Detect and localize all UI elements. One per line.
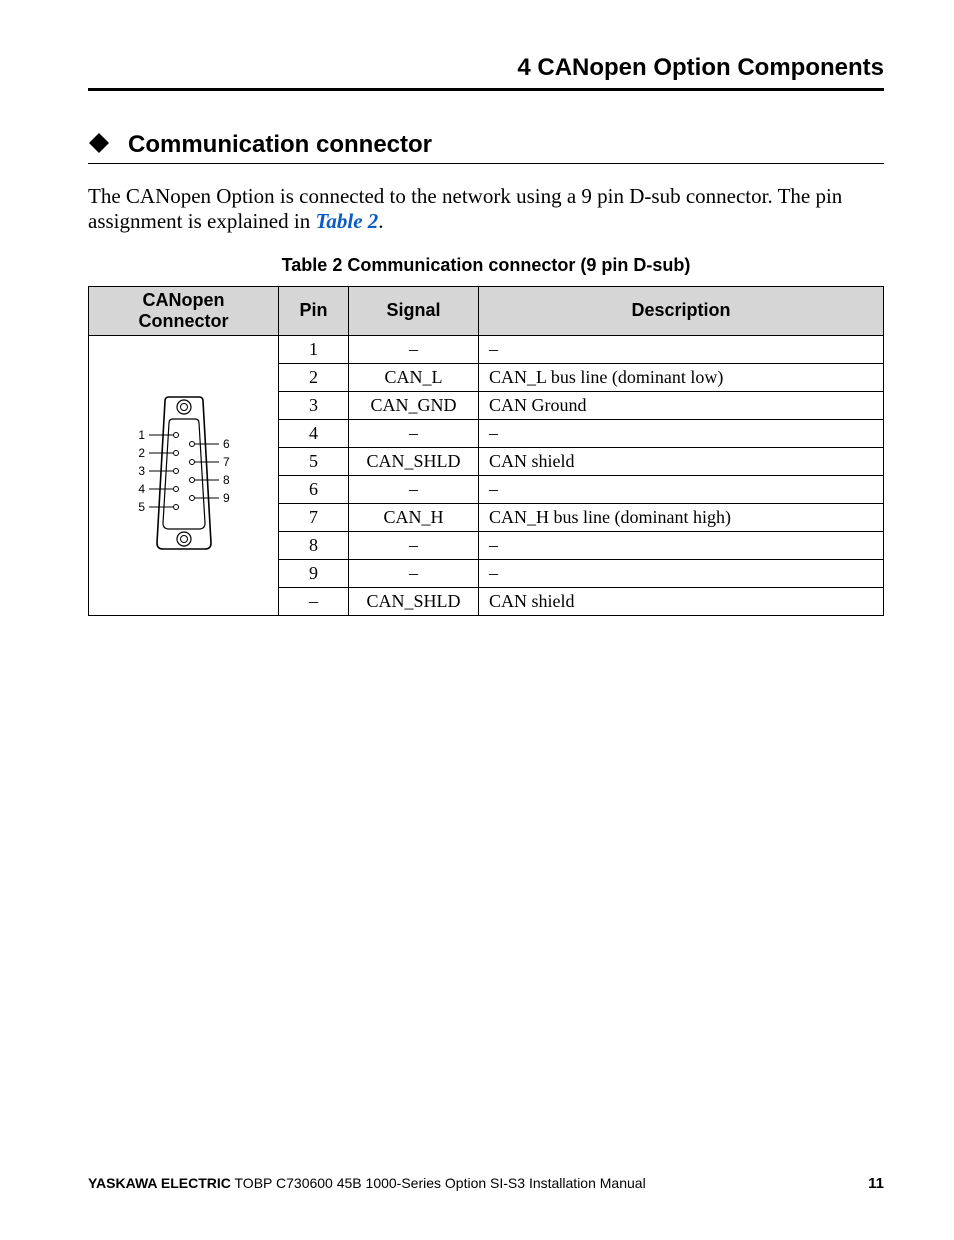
pin-label: 1 xyxy=(138,428,145,442)
pin-label: 4 xyxy=(138,482,145,496)
cell-description: CAN shield xyxy=(479,587,884,615)
connector-diagram-cell: 1 2 3 4 5 6 7 8 9 xyxy=(89,335,279,615)
page-number: 11 xyxy=(868,1175,884,1192)
section-title: Communication connector xyxy=(128,131,432,159)
cell-pin: 1 xyxy=(279,335,349,363)
cell-pin: 6 xyxy=(279,475,349,503)
intro-text-after: . xyxy=(378,209,383,233)
cell-pin: 9 xyxy=(279,559,349,587)
table-header-row: CANopen Connector Pin Signal Description xyxy=(89,286,884,335)
section-bullet-diamond-icon xyxy=(88,132,110,159)
cell-description: – xyxy=(479,531,884,559)
cell-description: CAN shield xyxy=(479,447,884,475)
footer-brand: YASKAWA ELECTRIC xyxy=(88,1175,231,1191)
footer-doc-id: YASKAWA ELECTRIC TOBP C730600 45B 1000-S… xyxy=(88,1175,646,1191)
cell-description: CAN Ground xyxy=(479,391,884,419)
cell-pin: 3 xyxy=(279,391,349,419)
cell-signal: CAN_SHLD xyxy=(349,447,479,475)
page-footer: YASKAWA ELECTRIC TOBP C730600 45B 1000-S… xyxy=(88,1175,884,1192)
intro-text-before: The CANopen Option is connected to the n… xyxy=(88,184,842,233)
intro-paragraph: The CANopen Option is connected to the n… xyxy=(88,184,884,234)
table-caption: Table 2 Communication connector (9 pin D… xyxy=(88,255,884,276)
pin-label: 7 xyxy=(223,455,230,469)
cell-signal: – xyxy=(349,475,479,503)
cell-description: – xyxy=(479,419,884,447)
cell-signal: – xyxy=(349,419,479,447)
footer-doc-text: TOBP C730600 45B 1000-Series Option SI-S… xyxy=(231,1175,646,1191)
cell-signal: CAN_GND xyxy=(349,391,479,419)
running-header: 4 CANopen Option Components xyxy=(88,54,884,91)
cell-pin: 5 xyxy=(279,447,349,475)
cell-signal: CAN_L xyxy=(349,363,479,391)
pin-label: 8 xyxy=(223,473,230,487)
pin-label: 6 xyxy=(223,437,230,451)
pin-label: 9 xyxy=(223,491,230,505)
cell-description: – xyxy=(479,559,884,587)
pin-assignment-table: CANopen Connector Pin Signal Description xyxy=(88,286,884,616)
col-header-signal: Signal xyxy=(349,286,479,335)
table-row: 1 2 3 4 5 6 7 8 9 xyxy=(89,335,884,363)
pin-label: 2 xyxy=(138,446,145,460)
cell-signal: – xyxy=(349,531,479,559)
cell-description: – xyxy=(479,475,884,503)
cell-pin: 7 xyxy=(279,503,349,531)
col-header-pin: Pin xyxy=(279,286,349,335)
pin-label: 5 xyxy=(138,500,145,514)
table-2-crossref-link[interactable]: Table 2 xyxy=(315,209,378,233)
cell-signal: – xyxy=(349,559,479,587)
cell-signal: – xyxy=(349,335,479,363)
cell-pin: 8 xyxy=(279,531,349,559)
dsub-9-connector-icon: 1 2 3 4 5 6 7 8 9 xyxy=(119,383,249,563)
cell-pin: 2 xyxy=(279,363,349,391)
pin-label: 3 xyxy=(138,464,145,478)
cell-description: – xyxy=(479,335,884,363)
section-heading-row: Communication connector xyxy=(88,131,884,164)
cell-pin: – xyxy=(279,587,349,615)
cell-description: CAN_H bus line (dominant high) xyxy=(479,503,884,531)
cell-pin: 4 xyxy=(279,419,349,447)
cell-signal: CAN_H xyxy=(349,503,479,531)
cell-signal: CAN_SHLD xyxy=(349,587,479,615)
cell-description: CAN_L bus line (dominant low) xyxy=(479,363,884,391)
col-header-description: Description xyxy=(479,286,884,335)
col-header-connector: CANopen Connector xyxy=(89,286,279,335)
